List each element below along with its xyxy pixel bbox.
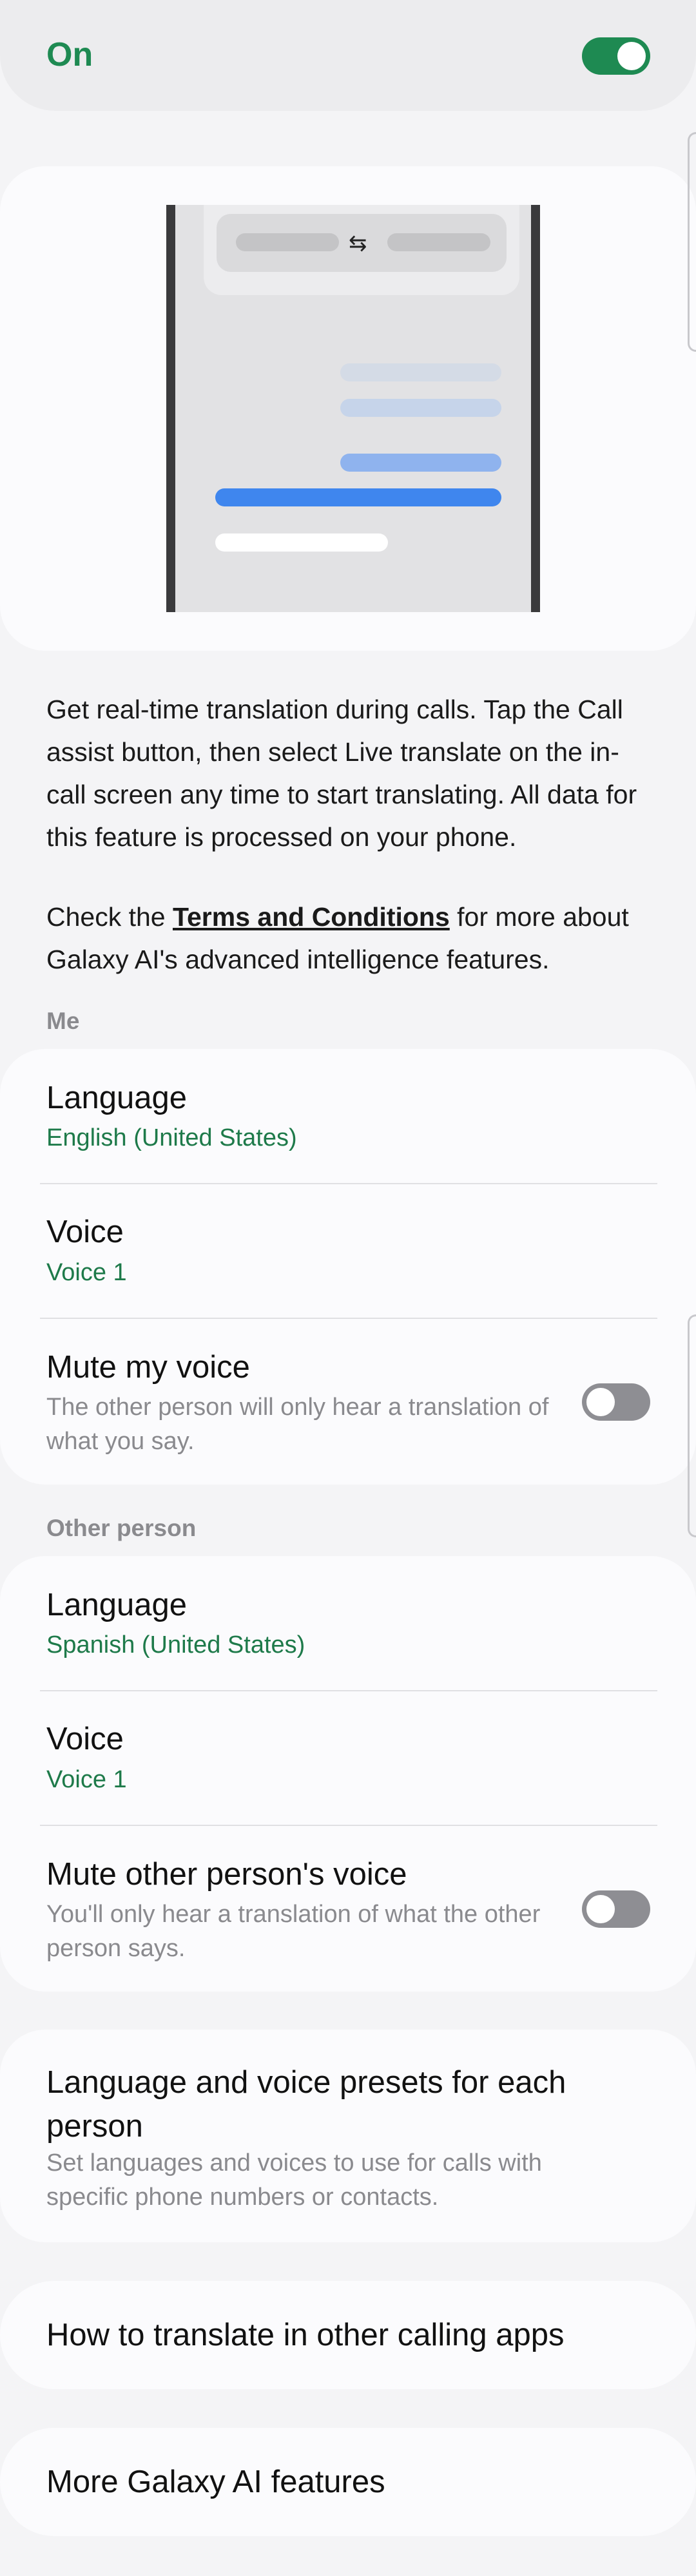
phone-illustration: ⇆ [166, 205, 540, 612]
switch-knob [617, 42, 646, 70]
swap-icon: ⇆ [349, 231, 367, 256]
master-toggle-switch[interactable] [582, 37, 650, 75]
language-pill-left [236, 233, 339, 251]
chat-bubble-white [215, 533, 388, 552]
terms-prefix: Check the [46, 902, 173, 932]
section-header-me: Me [46, 1008, 80, 1034]
me-voice-value: Voice 1 [46, 1259, 127, 1286]
other-mute-title: Mute other person's voice [46, 1857, 407, 1892]
other-apps-title: How to translate in other calling apps [46, 2318, 565, 2352]
terms-paragraph: Check the Terms and Conditions for more … [46, 896, 652, 981]
mute-other-voice-switch[interactable] [582, 1890, 650, 1928]
chat-bubble [340, 399, 501, 417]
chat-bubble [340, 454, 501, 472]
other-voice-title: Voice [46, 1722, 124, 1756]
other-voice-value: Voice 1 [46, 1766, 127, 1793]
phone-top-panel: ⇆ [204, 205, 519, 295]
me-mute-desc: The other person will only hear a transl… [46, 1394, 549, 1455]
section-header-other-person: Other person [46, 1515, 197, 1541]
scroll-indicator [688, 1314, 696, 1537]
me-voice-title: Voice [46, 1215, 124, 1249]
language-selector-mock: ⇆ [217, 214, 507, 272]
switch-knob [586, 1388, 615, 1416]
me-language-value: English (United States) [46, 1124, 297, 1151]
presets-desc: Set languages and voices to use for call… [46, 2149, 542, 2211]
divider [40, 1183, 657, 1184]
scroll-indicator [688, 132, 696, 352]
divider [40, 1318, 657, 1319]
divider [40, 1690, 657, 1691]
switch-knob [586, 1895, 615, 1923]
other-language-value: Spanish (United States) [46, 1631, 305, 1658]
me-mute-title: Mute my voice [46, 1350, 250, 1385]
feature-description: Get real-time translation during calls. … [46, 695, 637, 852]
divider [40, 1825, 657, 1826]
other-language-title: Language [46, 1588, 188, 1622]
more-ai-title: More Galaxy AI features [46, 2465, 385, 2499]
master-toggle-label: On [46, 36, 93, 73]
me-language-title: Language [46, 1081, 188, 1115]
presets-title: Language and voice presets for each pers… [46, 2065, 566, 2144]
chat-bubble-active [215, 488, 501, 506]
mute-my-voice-switch[interactable] [582, 1383, 650, 1421]
language-pill-right [387, 233, 490, 251]
terms-link[interactable]: Terms and Conditions [173, 902, 450, 932]
master-toggle-card[interactable]: On [0, 0, 696, 111]
other-mute-desc: You'll only hear a translation of what t… [46, 1901, 541, 1962]
chat-bubble [340, 363, 501, 381]
